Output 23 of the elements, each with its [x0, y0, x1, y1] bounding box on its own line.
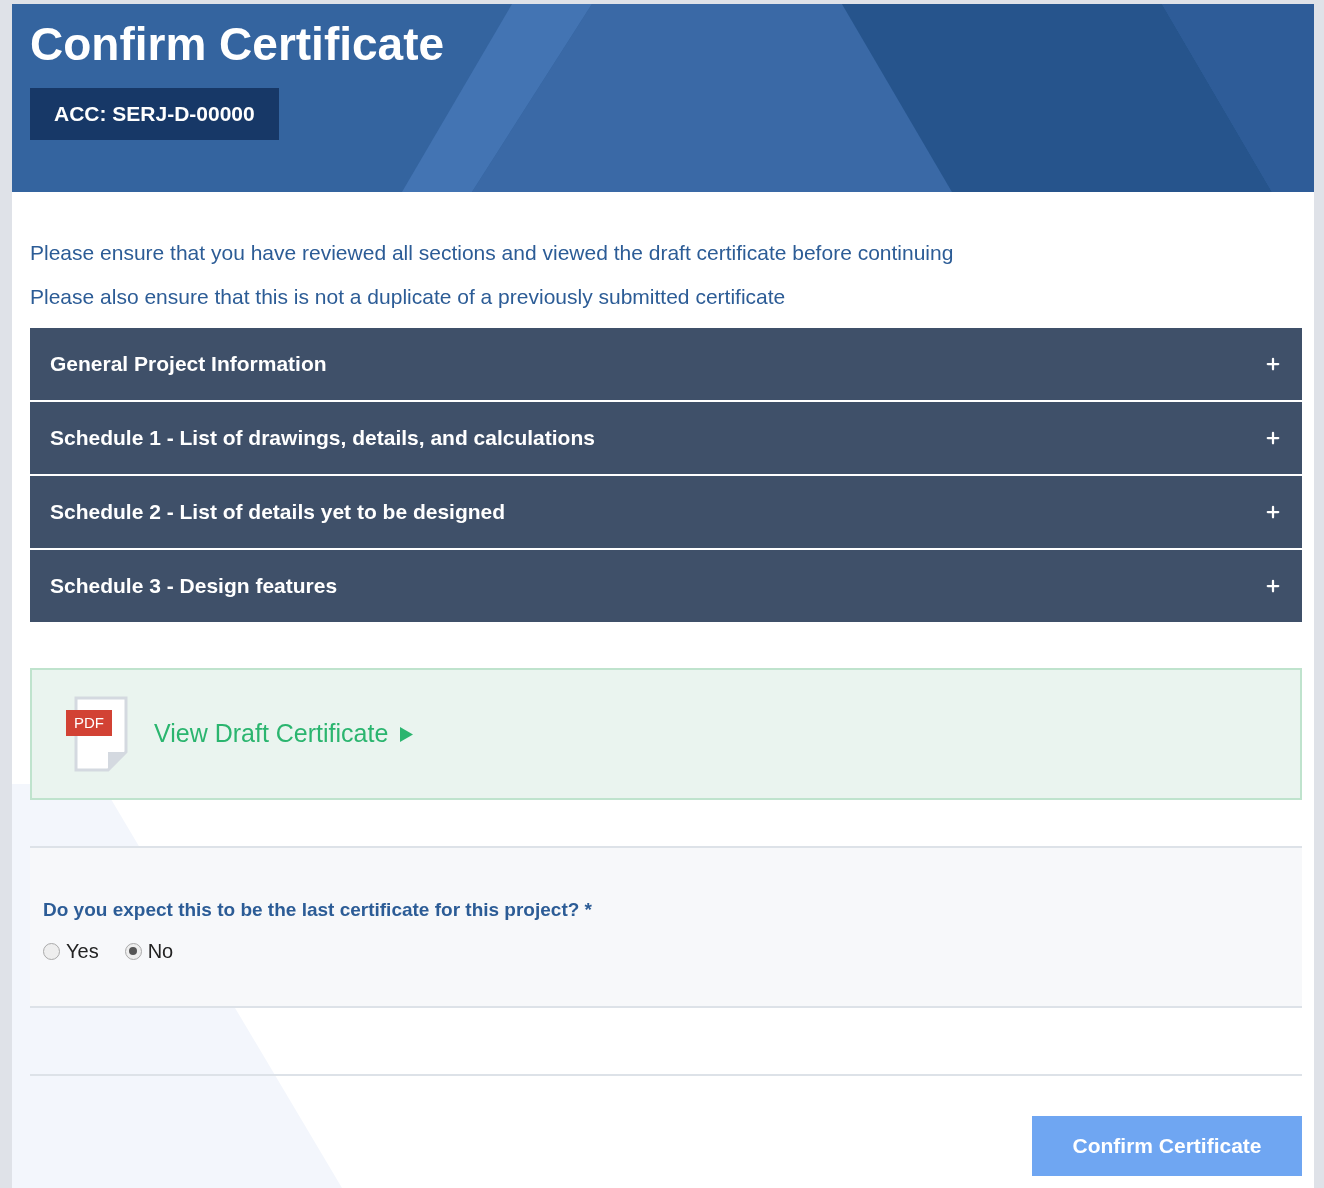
expand-icon	[1264, 503, 1282, 521]
notice-text: Please ensure that you have reviewed all sections and viewed the draft certificate before continuing	[30, 240, 955, 266]
page-title: Confirm Certificate	[30, 17, 445, 72]
expand-icon	[1264, 355, 1282, 373]
radio-option[interactable]: No	[124, 936, 174, 966]
accordion-header[interactable]: General Project Information	[30, 328, 1302, 400]
section-title: Schedule 1 - List of drawings, details, and calculations	[50, 425, 595, 452]
section-title: Schedule 3 - Design features	[50, 573, 338, 600]
section-title: General Project Information	[50, 351, 327, 378]
question-label: Do you expect this to be the last certificate for this project? *	[43, 898, 593, 922]
accordion-header[interactable]: Schedule 1 - List of drawings, details, and calculations	[30, 402, 1302, 474]
expand-icon	[1264, 429, 1282, 447]
expand-icon	[1264, 577, 1282, 595]
accordion-header[interactable]: Schedule 3 - Design features	[30, 550, 1302, 622]
section-title: Schedule 2 - List of details yet to be designed	[50, 499, 506, 526]
play-icon	[400, 726, 414, 742]
radio-button[interactable]	[43, 942, 60, 960]
radio-option[interactable]: Yes	[43, 936, 99, 966]
account-badge: ACC: SERJ-D-00000	[30, 88, 279, 140]
notice-text: Please also ensure that this is not a duplicate of a previously submitted certificate	[30, 284, 787, 310]
accordion-header[interactable]: Schedule 2 - List of details yet to be designed	[30, 476, 1302, 548]
radio-button[interactable]	[124, 942, 142, 960]
file-type-badge: PDF	[66, 710, 112, 736]
